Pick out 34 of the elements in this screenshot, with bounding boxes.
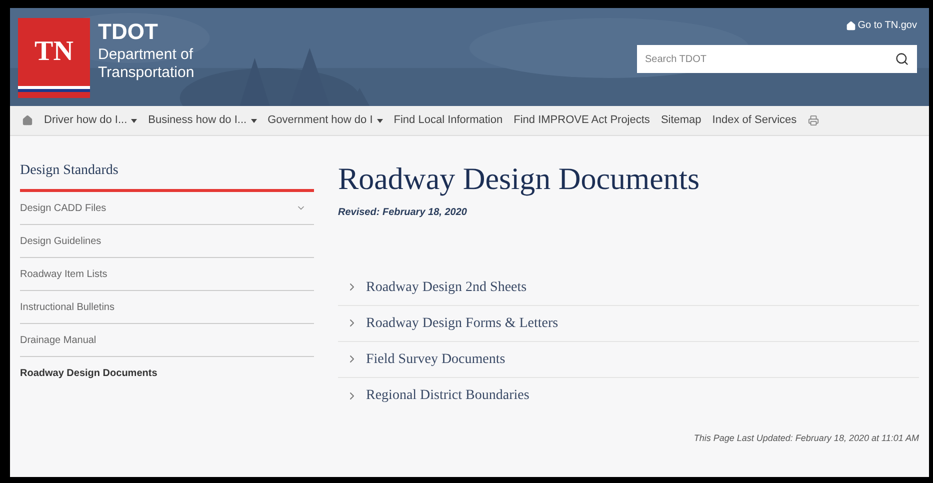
logo-mark[interactable]: TN (18, 18, 90, 98)
caret-icon (376, 118, 383, 122)
page-title: Roadway Design Documents (338, 160, 701, 198)
home-icon (846, 20, 856, 30)
home-icon[interactable] (22, 115, 33, 126)
print-icon[interactable] (808, 115, 819, 126)
last-updated: This Page Last Updated: February 18, 2020 at 11:01 AM (694, 432, 919, 445)
nav-link[interactable]: Business how do I... (148, 112, 257, 129)
accordion-item[interactable]: Roadway Design 2nd Sheets (338, 270, 919, 306)
top-link[interactable]: Go to TN.gov (846, 18, 917, 33)
sidebar-item[interactable]: Instructional Bulletins (20, 291, 314, 324)
revised-date: Revised: February 18, 2020 (338, 206, 468, 220)
caret-icon (131, 118, 138, 122)
sidebar-item[interactable]: Roadway Design Documents (20, 357, 314, 390)
accordion-item[interactable]: Field Survey Documents (338, 342, 919, 378)
sidebar-item[interactable]: Roadway Item Lists (20, 258, 314, 291)
logo-title: TDOT (98, 18, 159, 46)
nav-link[interactable]: Find IMPROVE Act Projects (514, 112, 650, 129)
nav-link[interactable]: Index of Services (712, 112, 797, 129)
sidebar-title: Design Standards (20, 160, 314, 192)
sidebar-item[interactable]: Design Guidelines (20, 225, 314, 258)
accordion-item[interactable]: Regional District Boundaries (338, 378, 919, 414)
search-field[interactable]: Search TDOT (637, 45, 917, 73)
logo-subtitle: Transportation (98, 64, 194, 83)
nav-link[interactable]: Sitemap (660, 112, 702, 129)
sidebar-item[interactable]: Drainage Manual (20, 324, 314, 357)
nav-link[interactable]: Driver how do I... (44, 112, 138, 129)
accordion-item[interactable]: Roadway Design Forms & Letters (338, 306, 919, 342)
nav-link[interactable]: Government how do I (268, 112, 383, 129)
caret-icon (250, 118, 257, 122)
sidebar-item[interactable]: Design CADD Files (20, 192, 314, 225)
nav-link[interactable]: Find Local Information (394, 112, 503, 129)
logo-subtitle: Department of (98, 46, 194, 64)
search-icon[interactable] (895, 52, 909, 66)
